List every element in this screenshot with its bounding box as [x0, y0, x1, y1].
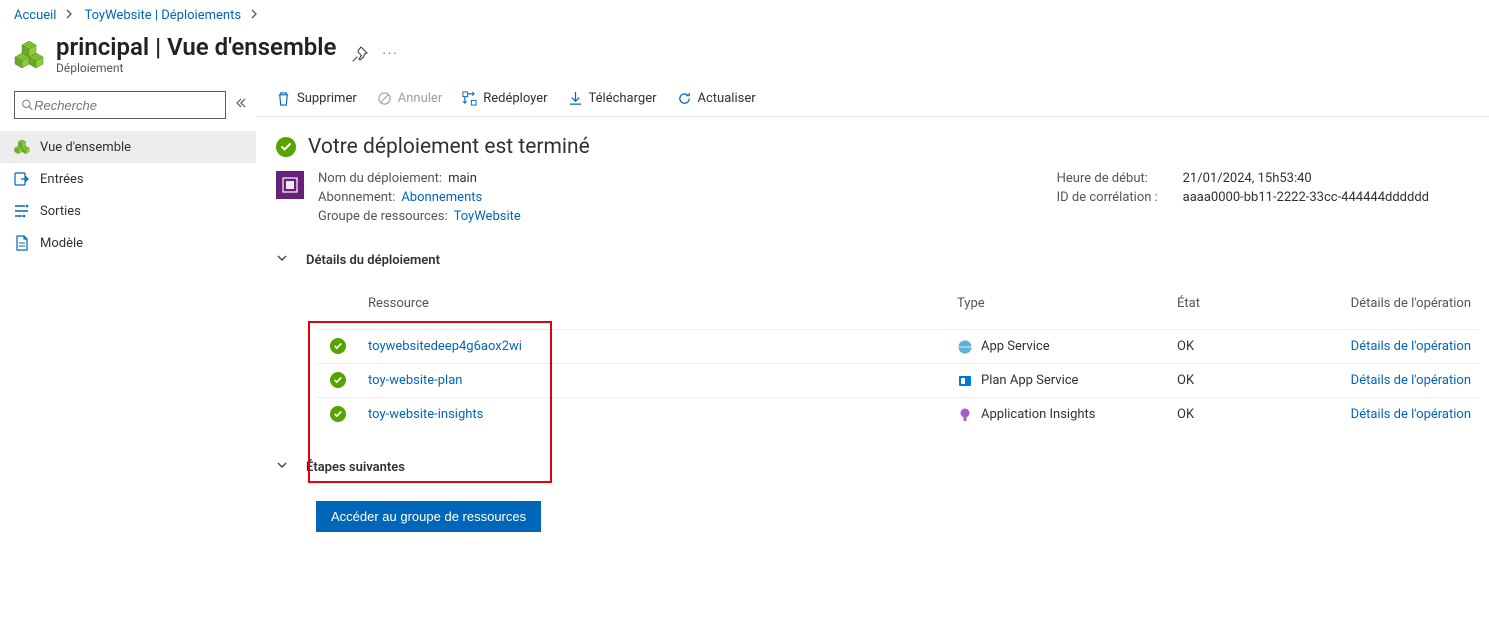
chevron-down-icon[interactable]	[276, 252, 288, 268]
correlation-id-label: ID de corrélation :	[1057, 190, 1177, 205]
download-label: Télécharger	[589, 91, 657, 106]
sidebar: Vue d'ensemble Entrées Sorties Modèle	[0, 87, 256, 562]
resource-link[interactable]: toy-website-insights	[368, 407, 483, 422]
go-to-resource-group-button[interactable]: Accéder au groupe de ressources	[316, 501, 541, 532]
table-row: toy-website-insights Application Insight…	[316, 398, 1479, 432]
resource-group-label: Groupe de ressources:	[318, 209, 448, 224]
trash-icon	[276, 91, 291, 106]
deployment-table: Ressource Type État Détails de l'opérati…	[316, 286, 1479, 431]
app-insights-icon	[957, 407, 973, 423]
subscription-link[interactable]: Abonnements	[401, 190, 482, 205]
deployment-cubes-icon	[14, 139, 30, 155]
deployment-cubes-icon	[14, 39, 44, 69]
refresh-label: Actualiser	[698, 91, 756, 106]
sidebar-item-label: Entrées	[40, 172, 84, 187]
delete-button[interactable]: Supprimer	[276, 91, 357, 106]
table-row: toy-website-plan Plan App Service OK Dét…	[316, 364, 1479, 398]
download-icon	[568, 91, 583, 106]
toolbar: Supprimer Annuler Redéployer Télécharger…	[256, 87, 1489, 117]
success-check-icon	[330, 406, 346, 422]
sidebar-item-inputs[interactable]: Entrées	[0, 163, 256, 195]
refresh-icon	[677, 91, 692, 106]
sidebar-item-outputs[interactable]: Sorties	[0, 195, 256, 227]
start-time-value: 21/01/2024, 15h53:40	[1183, 171, 1312, 186]
subscription-label: Abonnement:	[318, 190, 395, 205]
refresh-button[interactable]: Actualiser	[677, 91, 756, 106]
more-icon[interactable]: ···	[382, 47, 398, 62]
app-service-plan-icon	[957, 373, 973, 389]
table-row: toywebsitedeep4g6aox2wi App Service OK D…	[316, 330, 1479, 364]
resource-link[interactable]: toy-website-plan	[368, 373, 462, 388]
operation-details-link[interactable]: Détails de l'opération	[1351, 407, 1471, 422]
outputs-icon	[14, 203, 30, 219]
redeploy-button[interactable]: Redéployer	[462, 91, 547, 106]
delete-label: Supprimer	[297, 91, 357, 106]
inputs-icon	[14, 171, 30, 187]
redeploy-label: Redéployer	[483, 91, 547, 106]
page-header: principal | Vue d'ensemble Déploiement ·…	[0, 29, 1489, 87]
sidebar-item-label: Sorties	[40, 204, 81, 219]
cancel-button: Annuler	[377, 91, 442, 106]
resource-type: Application Insights	[981, 407, 1096, 422]
chevron-right-icon	[66, 8, 74, 23]
next-steps-title: Étapes suivantes	[306, 460, 405, 475]
template-icon	[14, 235, 30, 251]
breadcrumb: Accueil ToyWebsite | Déploiements	[0, 0, 1489, 29]
cancel-label: Annuler	[398, 91, 442, 106]
sidebar-item-overview[interactable]: Vue d'ensemble	[0, 131, 256, 163]
main-content: Supprimer Annuler Redéployer Télécharger…	[256, 87, 1489, 562]
success-check-icon	[330, 338, 346, 354]
resource-link[interactable]: toywebsitedeep4g6aox2wi	[368, 339, 522, 354]
resource-type: App Service	[981, 339, 1050, 354]
sidebar-item-template[interactable]: Modèle	[0, 227, 256, 259]
resource-state: OK	[1169, 398, 1339, 432]
page-subtitle: Déploiement	[56, 61, 336, 75]
deploy-name-value: main	[448, 171, 477, 186]
status-title: Votre déploiement est terminé	[308, 135, 590, 159]
resource-group-link[interactable]: ToyWebsite	[454, 209, 521, 224]
breadcrumb-home[interactable]: Accueil	[14, 8, 56, 23]
deploy-name-label: Nom du déploiement:	[318, 171, 442, 186]
page-title: principal | Vue d'ensemble	[56, 33, 336, 61]
redeploy-icon	[462, 91, 477, 106]
operation-details-link[interactable]: Détails de l'opération	[1351, 339, 1471, 354]
correlation-id-value: aaaa0000-bb11-2222-33cc-444444dddddd	[1183, 190, 1429, 205]
pin-icon[interactable]	[352, 46, 368, 62]
search-icon	[21, 98, 34, 112]
search-input[interactable]	[34, 98, 219, 113]
breadcrumb-deployments[interactable]: ToyWebsite | Déploiements	[84, 8, 241, 23]
sidebar-item-label: Vue d'ensemble	[40, 140, 131, 155]
resource-state: OK	[1169, 330, 1339, 364]
chevron-down-icon[interactable]	[276, 459, 288, 475]
sidebar-item-label: Modèle	[40, 236, 83, 251]
chevron-right-icon	[251, 8, 259, 23]
operation-details-link[interactable]: Détails de l'opération	[1351, 373, 1471, 388]
success-check-icon	[330, 372, 346, 388]
col-state: État	[1169, 286, 1339, 330]
start-time-label: Heure de début:	[1057, 171, 1177, 186]
arm-template-icon	[276, 171, 304, 199]
search-box[interactable]	[14, 91, 226, 119]
download-button[interactable]: Télécharger	[568, 91, 657, 106]
deployment-details-title: Détails du déploiement	[306, 253, 440, 268]
resource-state: OK	[1169, 364, 1339, 398]
col-resource: Ressource	[360, 286, 949, 330]
cancel-icon	[377, 91, 392, 106]
col-type: Type	[949, 286, 1169, 330]
col-op: Détails de l'opération	[1339, 286, 1479, 330]
collapse-sidebar-icon[interactable]	[234, 97, 246, 113]
app-service-icon	[957, 339, 973, 355]
resource-type: Plan App Service	[981, 373, 1078, 388]
success-check-icon	[276, 137, 296, 157]
